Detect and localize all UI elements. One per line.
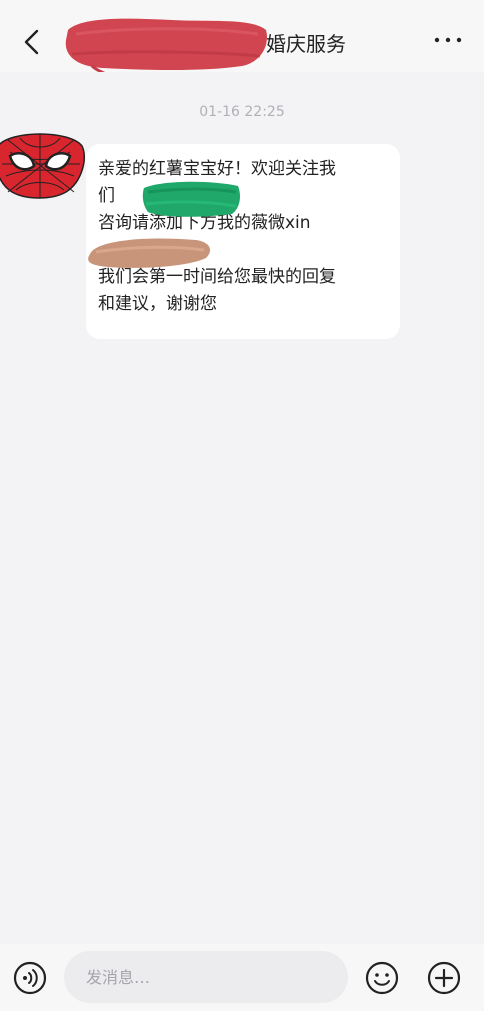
more-horizontal-icon xyxy=(434,37,462,43)
message-timestamp: 01-16 22:25 xyxy=(199,104,285,120)
redaction-scribble xyxy=(142,181,240,217)
chat-area[interactable]: 01-16 22:25 亲爱的红薯宝宝好！欢迎关注我 们策划 咨询请添加下方我的… xyxy=(0,72,484,944)
message-bubble[interactable]: 亲爱的红薯宝宝好！欢迎关注我 们策划 咨询请添加下方我的薇微xin 我们会第一时… xyxy=(86,144,400,339)
voice-icon[interactable] xyxy=(12,960,48,996)
input-bar xyxy=(0,944,484,1011)
plus-circle-icon[interactable] xyxy=(426,960,462,996)
chat-title: 婚庆服务 xyxy=(266,32,346,56)
more-button[interactable] xyxy=(426,22,470,58)
message-input[interactable] xyxy=(64,951,348,1003)
spiderman-mask-icon[interactable] xyxy=(0,128,88,200)
redaction-scribble xyxy=(88,238,211,268)
chevron-left-icon xyxy=(24,29,39,55)
back-button[interactable] xyxy=(14,22,50,62)
emoji-icon[interactable] xyxy=(364,960,400,996)
top-bar: 婚庆服务 xyxy=(0,0,484,74)
message-line: 和建议，谢谢您 xyxy=(98,294,217,314)
redaction-scribble xyxy=(65,18,267,74)
